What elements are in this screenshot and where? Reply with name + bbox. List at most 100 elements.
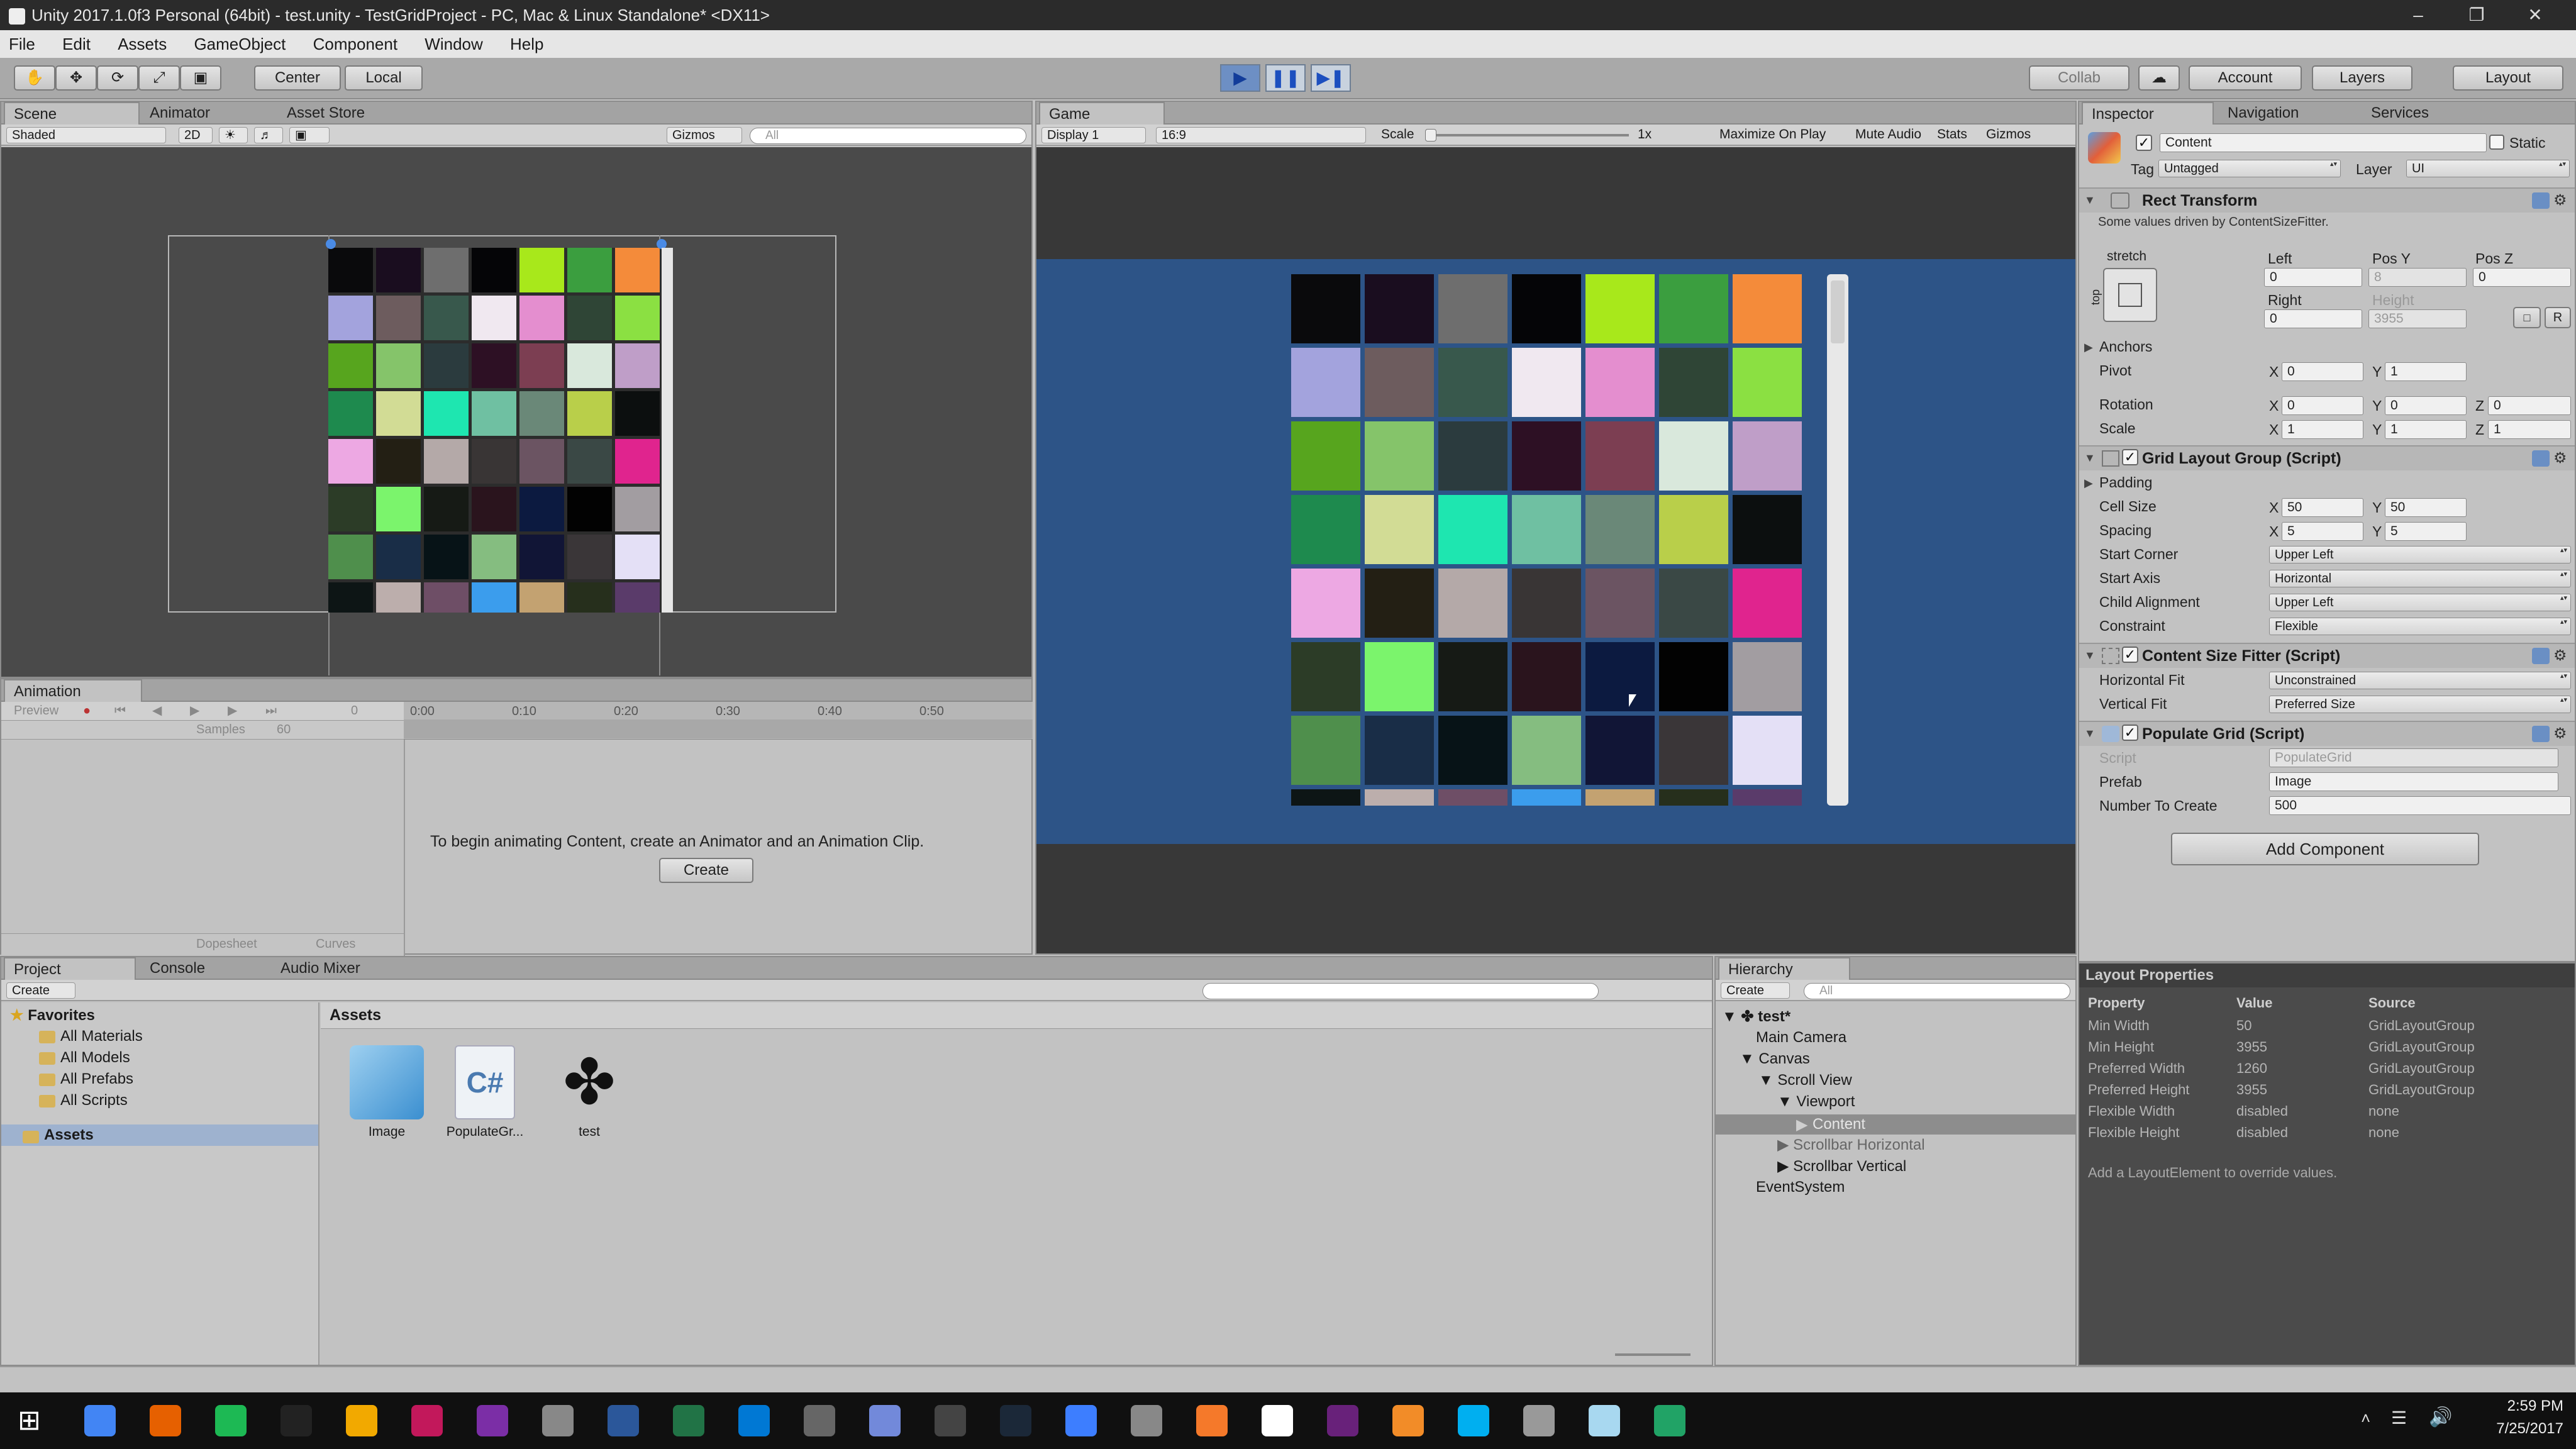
tab-hierarchy[interactable]: Hierarchy	[1718, 957, 1850, 980]
taskbar-app-icon[interactable]	[1327, 1405, 1358, 1436]
cloud-icon[interactable]: ☁	[2138, 65, 2180, 91]
favorite-item[interactable]: All Models	[39, 1049, 130, 1067]
display-dropdown[interactable]: Display 1	[1041, 127, 1146, 143]
taskbar-app-icon[interactable]	[1392, 1405, 1424, 1436]
content-fitter-header[interactable]: Content Size Fitter (Script)	[2079, 643, 2575, 668]
menu-assets[interactable]: Assets	[118, 35, 167, 53]
taskbar-app-icon[interactable]	[1654, 1405, 1685, 1436]
taskbar-app-icon[interactable]	[411, 1405, 443, 1436]
stats-toggle[interactable]: Stats	[1937, 125, 1967, 145]
create-clip-button[interactable]: Create	[659, 858, 753, 883]
clock-time[interactable]: 2:59 PM	[2475, 1397, 2563, 1415]
scrollbar-handle[interactable]	[1831, 280, 1845, 343]
rect-transform-header[interactable]: Rect Transform	[2079, 187, 2575, 213]
taskbar-app-icon[interactable]	[738, 1405, 770, 1436]
menu-component[interactable]: Component	[313, 35, 397, 53]
settings-gear-icon[interactable]: ⚙	[2553, 192, 2571, 209]
scene-content-grid[interactable]	[328, 248, 671, 613]
taskbar-app-icon[interactable]	[1000, 1405, 1031, 1436]
shading-dropdown[interactable]: Shaded	[6, 127, 166, 143]
scene-root[interactable]: ▼ ✤ test*	[1722, 1008, 1790, 1026]
spacing-y-field[interactable]: 5	[2385, 522, 2467, 541]
scene-viewport[interactable]	[1, 147, 1031, 677]
tab-services[interactable]: Services	[2362, 102, 2457, 125]
taskbar-app-icon[interactable]	[869, 1405, 901, 1436]
account-dropdown[interactable]: Account	[2189, 65, 2302, 91]
taskbar-app-icon[interactable]	[935, 1405, 966, 1436]
scene-search-input[interactable]: All	[750, 128, 1026, 144]
menu-gameobject[interactable]: GameObject	[194, 35, 286, 53]
tab-asset-store[interactable]: Asset Store	[278, 102, 429, 125]
start-corner-dropdown[interactable]: Upper Left	[2269, 546, 2571, 564]
grid-layout-header[interactable]: Grid Layout Group (Script)	[2079, 445, 2575, 470]
tag-dropdown[interactable]: Untagged	[2158, 160, 2341, 177]
network-icon[interactable]: ☰	[2391, 1407, 2407, 1428]
first-key-icon[interactable]: ⏮	[114, 702, 126, 719]
help-icon[interactable]	[2532, 648, 2550, 664]
tab-project[interactable]: Project	[4, 957, 136, 980]
anchor-preset-button[interactable]	[2103, 268, 2157, 322]
prefab-field[interactable]: Image	[2269, 772, 2558, 791]
pivot-center-button[interactable]: Center	[254, 65, 341, 91]
favorite-item[interactable]: All Prefabs	[39, 1070, 133, 1088]
settings-gear-icon[interactable]: ⚙	[2553, 648, 2571, 664]
posy-field[interactable]: 8	[2368, 268, 2467, 287]
horizontal-fit-dropdown[interactable]: Unconstrained	[2269, 672, 2571, 689]
tab-scene[interactable]: Scene	[4, 102, 140, 125]
taskbar-app-icon[interactable]	[84, 1405, 116, 1436]
frame-field[interactable]: 0	[351, 702, 358, 719]
play-anim-icon[interactable]: ▶	[190, 702, 199, 719]
scale-slider-track[interactable]	[1428, 134, 1629, 136]
taskbar-app-icon[interactable]	[346, 1405, 377, 1436]
tab-animator[interactable]: Animator	[141, 102, 273, 125]
assets-root-item[interactable]: Assets	[1, 1124, 318, 1146]
taskbar-app-icon[interactable]	[477, 1405, 508, 1436]
record-icon[interactable]: ●	[83, 702, 91, 719]
asset-item-test[interactable]: ✤ test	[548, 1045, 630, 1140]
height-field[interactable]: 3955	[2368, 309, 2467, 328]
hierarchy-item[interactable]: ▶ Scrollbar Vertical	[1777, 1157, 1906, 1175]
help-icon[interactable]	[2532, 726, 2550, 742]
object-name-field[interactable]: Content	[2160, 133, 2487, 152]
spacing-x-field[interactable]: 5	[2282, 522, 2363, 541]
pause-button[interactable]: ❚❚	[1265, 64, 1306, 92]
hand-tool-icon[interactable]: ✋	[14, 65, 55, 91]
taskbar-app-icon[interactable]	[542, 1405, 574, 1436]
scale-tool-icon[interactable]: ⤢	[138, 65, 180, 91]
project-search-input[interactable]	[1202, 983, 1599, 999]
left-field[interactable]: 0	[2264, 268, 2362, 287]
dopesheet-tab[interactable]: Dopesheet	[196, 934, 257, 954]
menu-window[interactable]: Window	[425, 35, 482, 53]
pivot-y-field[interactable]: 1	[2385, 362, 2467, 381]
layers-dropdown[interactable]: Layers	[2312, 65, 2412, 91]
scale-slider-thumb[interactable]	[1425, 129, 1436, 142]
next-key-icon[interactable]: ▶	[228, 702, 237, 719]
settings-gear-icon[interactable]: ⚙	[2553, 450, 2571, 467]
taskbar-app-icon[interactable]	[804, 1405, 835, 1436]
anchors-label[interactable]: Anchors	[2099, 338, 2152, 355]
posz-field[interactable]: 0	[2473, 268, 2571, 287]
menu-help[interactable]: Help	[510, 35, 543, 53]
fold-arrow-icon[interactable]: ▼	[2084, 727, 2096, 740]
scale-x-field[interactable]: 1	[2282, 420, 2363, 439]
start-axis-dropdown[interactable]: Horizontal	[2269, 570, 2571, 587]
curves-tab[interactable]: Curves	[316, 934, 355, 954]
fold-arrow-icon[interactable]: ▼	[2084, 452, 2096, 465]
tab-inspector[interactable]: Inspector	[2082, 102, 2214, 125]
rotation-x-field[interactable]: 0	[2282, 396, 2363, 415]
taskbar-app-icon[interactable]	[1131, 1405, 1162, 1436]
rotate-tool-icon[interactable]: ⟳	[97, 65, 138, 91]
move-tool-icon[interactable]: ✥	[55, 65, 97, 91]
maximize-button[interactable]: ❐	[2448, 0, 2505, 30]
anchor-handle[interactable]	[326, 239, 336, 249]
hierarchy-search-input[interactable]: All	[1804, 983, 2070, 999]
taskbar-app-icon[interactable]	[280, 1405, 312, 1436]
gizmos-dropdown[interactable]: Gizmos	[667, 127, 742, 143]
raw-edit-button[interactable]: R	[2545, 307, 2571, 328]
fold-arrow-icon[interactable]: ▼	[2084, 194, 2096, 207]
help-icon[interactable]	[2532, 192, 2550, 209]
tab-game[interactable]: Game	[1039, 102, 1165, 125]
rect-tool-icon[interactable]: ▣	[180, 65, 221, 91]
volume-icon[interactable]: 🔊	[2429, 1406, 2452, 1428]
audio-icon[interactable]: ♬	[254, 127, 283, 143]
